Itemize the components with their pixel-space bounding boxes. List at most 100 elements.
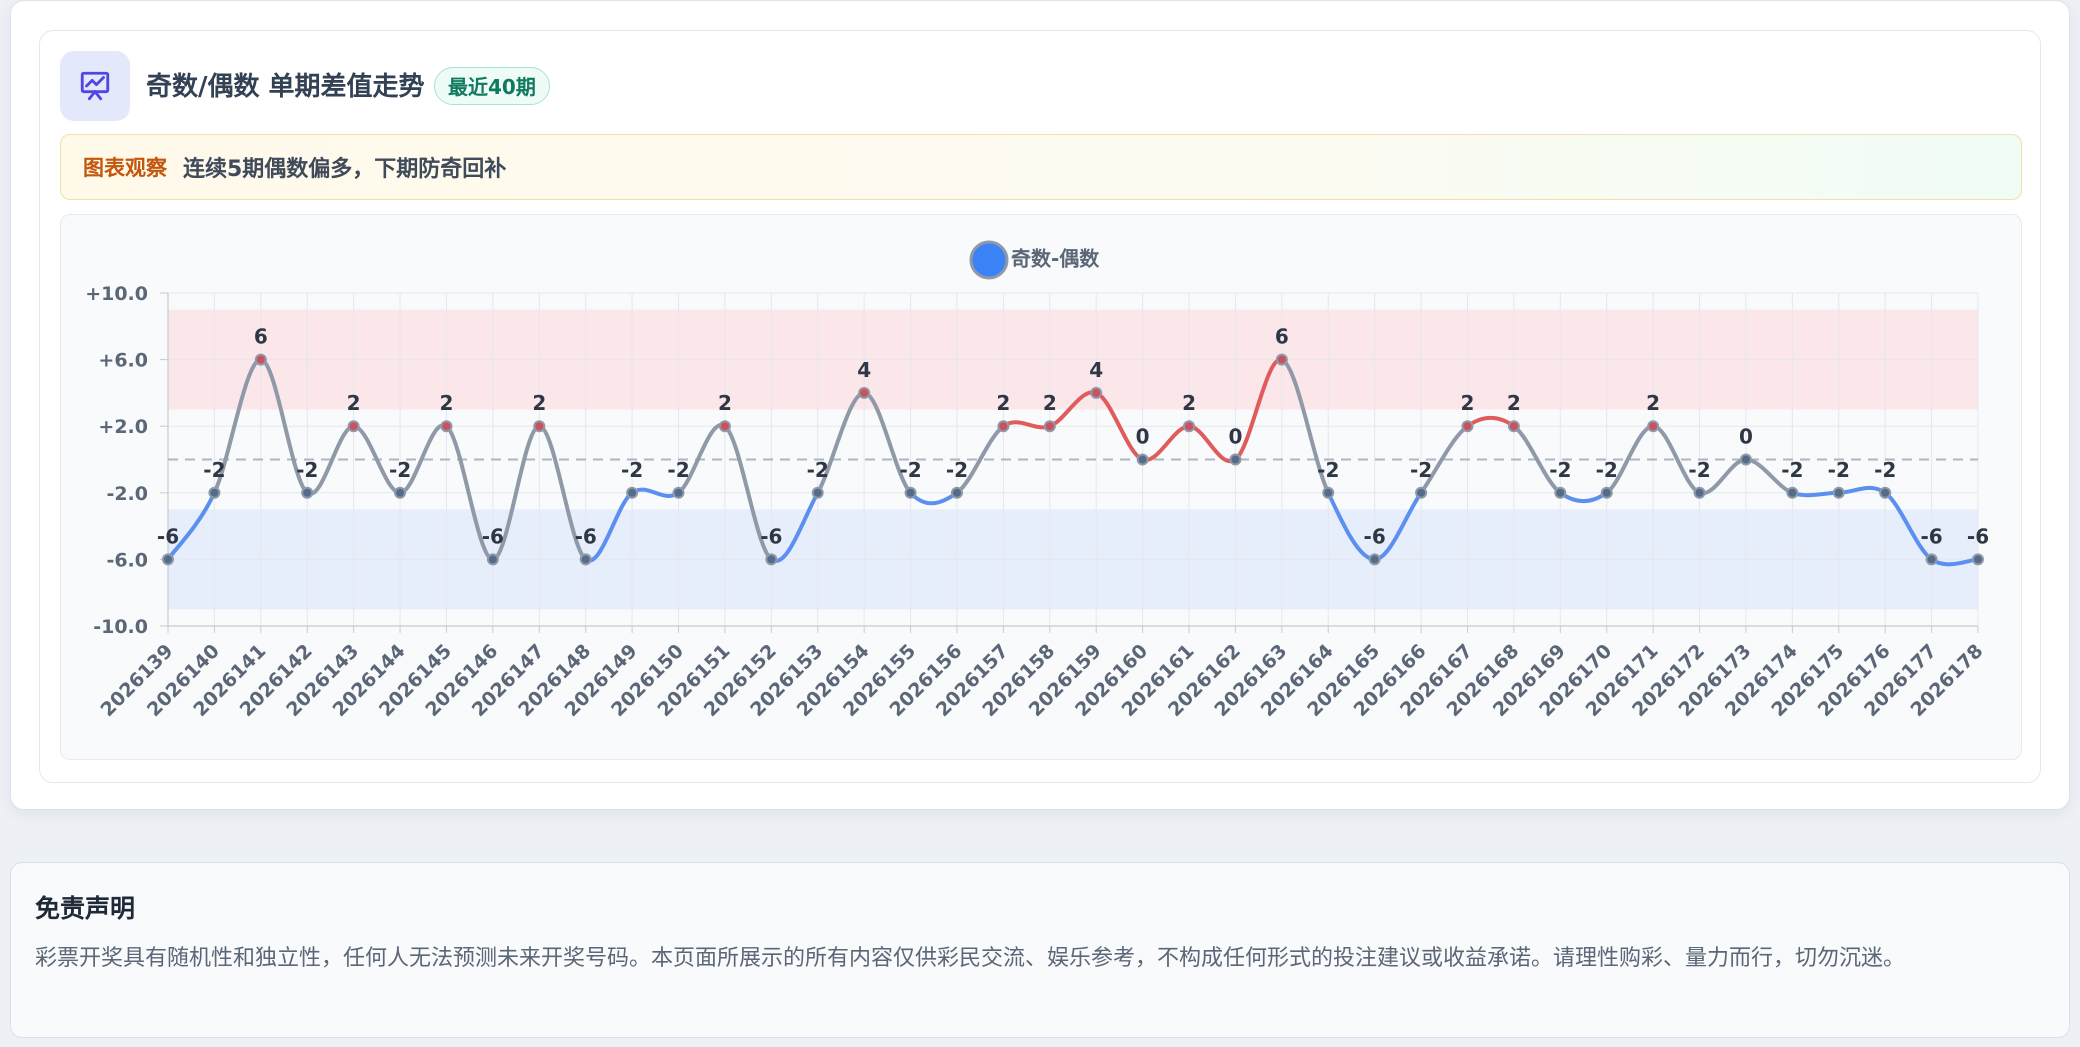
data-point	[1322, 486, 1335, 499]
data-point	[486, 553, 499, 566]
odd-even-diff-chart: -10.0-6.0-2.0+2.0+6.0+10.020261392026140…	[85, 240, 1989, 721]
data-label: -6	[1920, 524, 1942, 548]
y-tick-label: +6.0	[98, 350, 148, 372]
y-tick-label: +10.0	[85, 283, 148, 305]
data-point	[718, 420, 731, 433]
data-point	[301, 486, 314, 499]
y-tick-label: +2.0	[98, 416, 148, 438]
data-label: -6	[760, 524, 782, 548]
data-label: 2	[532, 391, 546, 415]
data-point	[1229, 453, 1242, 466]
data-point	[208, 486, 221, 499]
data-label: -6	[1364, 524, 1386, 548]
data-label: -2	[807, 458, 829, 482]
data-point	[811, 486, 824, 499]
data-label: 2	[440, 391, 454, 415]
insight-text: 连续5期偶数偏多，下期防奇回补	[183, 157, 507, 182]
data-label: 2	[1182, 391, 1196, 415]
series-line-segment	[1836, 485, 1888, 495]
data-point	[1415, 486, 1428, 499]
chart-title: 奇数/偶数 单期差值走势	[146, 72, 425, 102]
data-point	[904, 486, 917, 499]
y-tick-label: -10.0	[93, 616, 148, 638]
data-label: -2	[1874, 458, 1896, 482]
data-point	[1972, 553, 1984, 566]
disclaimer-title: 免责声明	[35, 894, 136, 923]
data-point	[1925, 553, 1938, 566]
data-point	[1183, 420, 1196, 433]
disclaimer-text: 彩票开奖具有随机性和独立性，任何人无法预测未来开奖号码。本页面所展示的所有内容仅…	[35, 946, 1906, 971]
data-point	[394, 486, 407, 499]
y-tick-label: -2.0	[106, 483, 148, 505]
presentation-chart-icon	[60, 51, 130, 121]
data-label: -2	[1410, 458, 1432, 482]
data-point	[1739, 453, 1752, 466]
data-point	[1600, 486, 1613, 499]
data-label: -2	[621, 458, 643, 482]
disclaimer-section: 免责声明 彩票开奖具有随机性和独立性，任何人无法预测未来开奖号码。本页面所展示的…	[10, 862, 2070, 1038]
chart-insight-banner: 图表观察 连续5期偶数偏多，下期防奇回补	[60, 134, 2022, 200]
data-label: -2	[296, 458, 318, 482]
data-label: -2	[203, 458, 225, 482]
data-point	[579, 553, 592, 566]
data-point	[254, 353, 267, 366]
data-label: 2	[1507, 391, 1521, 415]
y-tick-label: -6.0	[106, 549, 148, 571]
data-label: -2	[1781, 458, 1803, 482]
data-label: 0	[1228, 425, 1242, 449]
series-line-segment	[1465, 415, 1516, 429]
data-point	[1368, 553, 1381, 566]
data-point	[997, 420, 1010, 433]
series-line-segment	[1558, 490, 1609, 504]
data-label: 4	[1089, 358, 1103, 382]
legend-marker	[969, 240, 1009, 280]
period-badge: 最近40期	[434, 67, 550, 105]
data-point	[347, 420, 360, 433]
data-label: -2	[1828, 458, 1850, 482]
data-point	[672, 486, 685, 499]
data-label: 2	[1043, 391, 1057, 415]
data-label: 0	[1739, 425, 1753, 449]
data-point	[1786, 486, 1799, 499]
data-label: -2	[667, 458, 689, 482]
data-point	[1507, 420, 1520, 433]
data-label: -2	[1317, 458, 1339, 482]
data-point	[162, 553, 174, 566]
data-label: -6	[482, 524, 504, 548]
data-point	[858, 386, 871, 399]
data-label: -2	[1549, 458, 1571, 482]
data-point	[1275, 353, 1288, 366]
data-point	[440, 420, 453, 433]
data-label: 4	[857, 358, 871, 382]
data-point	[1461, 420, 1474, 433]
data-point	[1043, 420, 1056, 433]
data-point	[1554, 486, 1567, 499]
data-point	[1647, 420, 1660, 433]
data-label: 0	[1136, 425, 1150, 449]
data-point	[533, 420, 546, 433]
data-point	[765, 553, 778, 566]
data-point	[1832, 486, 1845, 499]
data-label: 6	[254, 325, 268, 349]
data-point	[1090, 386, 1103, 399]
data-label: -2	[1596, 458, 1618, 482]
data-label: 2	[718, 391, 732, 415]
data-point	[1879, 486, 1892, 499]
data-label: -2	[1688, 458, 1710, 482]
insight-label: 图表观察	[83, 156, 167, 180]
data-label: 2	[347, 391, 361, 415]
data-label: -6	[1967, 524, 1989, 548]
data-label: 2	[1646, 391, 1660, 415]
series-line-segment	[1790, 490, 1841, 498]
data-point	[626, 486, 639, 499]
data-point	[950, 486, 963, 499]
data-label: 2	[996, 391, 1010, 415]
data-point	[1136, 453, 1149, 466]
data-label: -6	[157, 524, 179, 548]
data-label: -6	[575, 524, 597, 548]
series-line-segment	[908, 490, 959, 506]
chart-panel: -10.0 -6.0 -2.0 +2.0 +6.0 +10.0 2026139 2026140…	[60, 214, 2022, 760]
data-label: 6	[1275, 325, 1289, 349]
data-label: -2	[946, 458, 968, 482]
data-point	[1693, 486, 1706, 499]
